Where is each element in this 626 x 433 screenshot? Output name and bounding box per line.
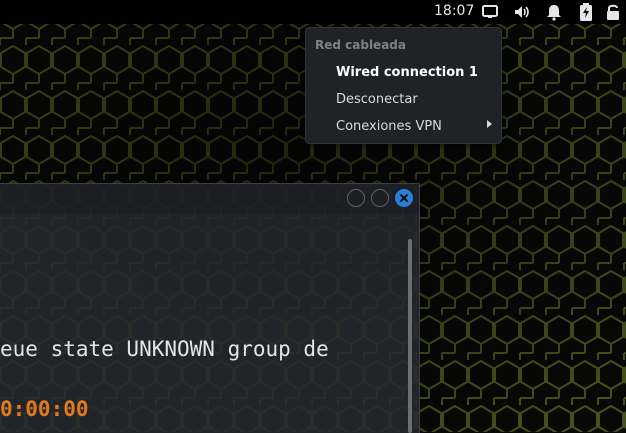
- screen-icon[interactable]: [481, 3, 499, 21]
- window-titlebar[interactable]: [0, 184, 419, 214]
- close-button[interactable]: [395, 189, 413, 207]
- maximize-button[interactable]: [371, 189, 389, 207]
- clock[interactable]: 18:07: [434, 3, 474, 19]
- terminal-window: eue state UNKNOWN group de 0:00:00: [0, 183, 420, 433]
- lock-icon[interactable]: [604, 3, 622, 21]
- disconnect-item[interactable]: Desconectar: [336, 92, 418, 107]
- vpn-connections-item[interactable]: Conexiones VPN: [336, 119, 442, 134]
- battery-charging-icon[interactable]: [577, 3, 595, 21]
- wired-connection-item[interactable]: Wired connection 1: [336, 65, 478, 80]
- wired-network-section-title: Red cableada: [315, 38, 406, 52]
- volume-icon[interactable]: [513, 3, 531, 21]
- minimize-button[interactable]: [347, 189, 365, 207]
- network-menu: Red cableada Wired connection 1 Desconec…: [305, 27, 502, 144]
- top-panel: 18:07: [0, 0, 626, 24]
- terminal-scrollbar[interactable]: [408, 239, 412, 433]
- notification-bell-icon[interactable]: [545, 3, 563, 21]
- terminal-output-line: eue state UNKNOWN group de: [0, 337, 329, 361]
- terminal-timer-line: 0:00:00: [0, 397, 89, 421]
- submenu-arrow-icon: [487, 120, 492, 128]
